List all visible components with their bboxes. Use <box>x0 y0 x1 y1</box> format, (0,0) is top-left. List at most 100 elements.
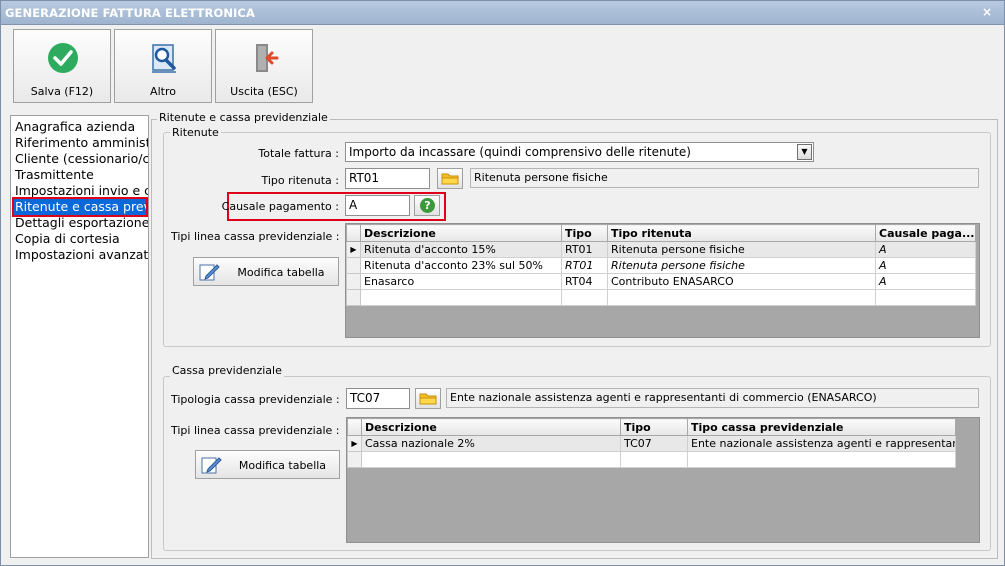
cell-tipo-ritenuta[interactable]: Ritenuta persone fisiche <box>607 257 876 274</box>
new-row[interactable] <box>347 451 956 468</box>
invoice-window: GENERAZIONE FATTURA ELETTRONICA × Salva … <box>0 0 1005 566</box>
window-title: GENERAZIONE FATTURA ELETTRONICA <box>5 6 255 20</box>
search-document-icon <box>152 44 176 73</box>
ritenute-modifica-label: Modifica tabella <box>237 266 325 279</box>
causale-help-button[interactable]: ? <box>414 195 440 216</box>
column-header-tipo-cassa[interactable]: Tipo cassa previdenziale <box>687 418 956 436</box>
edit-pencil-icon <box>199 264 220 281</box>
cell-causale[interactable]: A <box>875 241 976 258</box>
nav-item-copia[interactable]: Copia di cortesia <box>15 231 120 247</box>
cell-descrizione[interactable]: Enasarco <box>360 273 562 290</box>
row-indicator-header <box>347 418 362 436</box>
tipologia-cassa-label: Tipologia cassa previdenziale : <box>171 393 340 406</box>
cell-descrizione[interactable]: Ritenuta d'acconto 23% sul 50% <box>360 257 562 274</box>
exit-door-icon <box>256 44 279 72</box>
ritenute-title: Ritenute <box>170 126 221 139</box>
tipologia-cassa-description: Ente nazionale assistenza agenti e rappr… <box>446 388 979 408</box>
totale-fattura-value: Importo da incassare (quindi comprensivo… <box>349 145 691 159</box>
cell-empty[interactable] <box>360 289 562 306</box>
ritenute-grid: Descrizione Tipo Tipo ritenuta Causale p… <box>345 223 980 338</box>
nav-item-cliente[interactable]: Cliente (cessionario/committente) <box>15 151 148 167</box>
table-row[interactable]: ▶ Ritenuta d'acconto 15% RT01 Ritenuta p… <box>346 241 976 258</box>
cell-causale[interactable]: A <box>875 273 976 290</box>
section-nav: Anagrafica azienda Riferimento amministr… <box>10 115 149 558</box>
totale-fattura-select[interactable]: Importo da incassare (quindi comprensivo… <box>345 142 814 162</box>
cell-tipo[interactable]: TC07 <box>620 435 688 452</box>
causale-pagamento-label: Causale pagamento : <box>221 200 339 213</box>
ritenute-header-row: Descrizione Tipo Tipo ritenuta Causale p… <box>346 224 976 242</box>
cell-causale[interactable]: A <box>875 257 976 274</box>
current-row-arrow-icon: ▶ <box>346 241 361 258</box>
table-row[interactable]: Ritenuta d'acconto 23% sul 50% RT01 Rite… <box>346 257 976 274</box>
cell-descrizione[interactable]: Ritenuta d'acconto 15% <box>360 241 562 258</box>
tipo-ritenuta-lookup-button[interactable] <box>437 168 463 189</box>
cell-empty[interactable] <box>607 289 876 306</box>
ritenute-tipi-linea-label: Tipi linea cassa previdenziale : <box>171 230 340 243</box>
current-row-arrow-icon: ▶ <box>347 435 362 452</box>
close-icon[interactable]: × <box>978 4 996 21</box>
causale-pagamento-input[interactable]: A <box>345 195 410 216</box>
nav-item-trasmittente[interactable]: Trasmittente <box>15 167 94 183</box>
nav-item-dettagli[interactable]: Dettagli esportazione <box>15 215 148 231</box>
cassa-grid: Descrizione Tipo Tipo cassa previdenzial… <box>346 417 980 543</box>
main-group-title: Ritenute e cassa previdenziale <box>157 111 330 124</box>
cell-empty[interactable] <box>620 451 688 468</box>
cell-empty[interactable] <box>875 289 976 306</box>
folder-icon <box>419 393 437 405</box>
cell-empty[interactable] <box>361 451 621 468</box>
row-indicator <box>346 273 361 290</box>
column-header-descrizione[interactable]: Descrizione <box>360 224 562 242</box>
tipologia-cassa-input[interactable]: TC07 <box>346 388 410 409</box>
exit-button[interactable]: Uscita (ESC) <box>215 29 313 103</box>
cell-tipo[interactable]: RT01 <box>561 257 608 274</box>
cassa-header-row: Descrizione Tipo Tipo cassa previdenzial… <box>347 418 956 436</box>
folder-icon <box>441 173 459 185</box>
cell-descrizione[interactable]: Cassa nazionale 2% <box>361 435 621 452</box>
cell-tipo[interactable]: RT01 <box>561 241 608 258</box>
exit-button-label: Uscita (ESC) <box>230 85 298 98</box>
column-header-tipo[interactable]: Tipo <box>620 418 688 436</box>
row-indicator-header <box>346 224 361 242</box>
cell-tipo-ritenuta[interactable]: Contributo ENASARCO <box>607 273 876 290</box>
title-bar: GENERAZIONE FATTURA ELETTRONICA × <box>1 1 1004 25</box>
chevron-down-icon[interactable]: ▼ <box>797 144 812 160</box>
cell-empty[interactable] <box>687 451 956 468</box>
cell-empty[interactable] <box>561 289 608 306</box>
new-row[interactable] <box>346 289 976 306</box>
nav-item-avanzate[interactable]: Impostazioni avanzate <box>15 247 148 263</box>
cassa-modifica-label: Modifica tabella <box>238 459 327 472</box>
tipo-ritenuta-description: Ritenuta persone fisiche <box>470 168 979 188</box>
column-header-descrizione[interactable]: Descrizione <box>361 418 621 436</box>
cassa-modifica-tabella-button[interactable]: Modifica tabella <box>195 450 340 479</box>
cassa-tipi-linea-label: Tipi linea cassa previdenziale : <box>171 424 340 437</box>
totale-fattura-label: Totale fattura : <box>258 147 339 160</box>
edit-pencil-icon <box>201 457 222 474</box>
checkmark-icon <box>48 43 78 73</box>
table-row[interactable]: ▶ Cassa nazionale 2% TC07 Ente nazionale… <box>347 435 956 452</box>
altro-button[interactable]: Altro <box>114 29 212 103</box>
table-row[interactable]: Enasarco RT04 Contributo ENASARCO A <box>346 273 976 290</box>
cell-tipo-cassa[interactable]: Ente nazionale assistenza agenti e rappr… <box>687 435 956 452</box>
save-button-label: Salva (F12) <box>30 85 94 98</box>
cell-tipo[interactable]: RT04 <box>561 273 608 290</box>
column-header-tipo-ritenuta[interactable]: Tipo ritenuta <box>607 224 876 242</box>
tipo-ritenuta-input[interactable]: RT01 <box>345 168 430 189</box>
tipo-ritenuta-label: Tipo ritenuta : <box>261 174 339 187</box>
column-header-causale[interactable]: Causale paga... <box>875 224 976 242</box>
nav-item-anagrafica[interactable]: Anagrafica azienda <box>15 119 135 135</box>
altro-button-label: Altro <box>150 85 176 98</box>
nav-item-riferimento[interactable]: Riferimento amministrativo <box>15 135 148 151</box>
cassa-title: Cassa previdenziale <box>170 364 284 377</box>
ritenute-table: Descrizione Tipo Tipo ritenuta Causale p… <box>346 224 976 306</box>
row-indicator <box>346 257 361 274</box>
ritenute-modifica-tabella-button[interactable]: Modifica tabella <box>193 257 339 286</box>
save-button[interactable]: Salva (F12) <box>13 29 111 103</box>
column-header-tipo[interactable]: Tipo <box>561 224 608 242</box>
cassa-table: Descrizione Tipo Tipo cassa previdenzial… <box>347 418 956 468</box>
tipologia-cassa-lookup-button[interactable] <box>415 388 441 409</box>
cell-tipo-ritenuta[interactable]: Ritenuta persone fisiche <box>607 241 876 258</box>
selection-highlight-box <box>12 197 148 217</box>
row-indicator <box>346 289 361 306</box>
row-indicator <box>347 451 362 468</box>
help-icon: ? <box>420 198 435 213</box>
